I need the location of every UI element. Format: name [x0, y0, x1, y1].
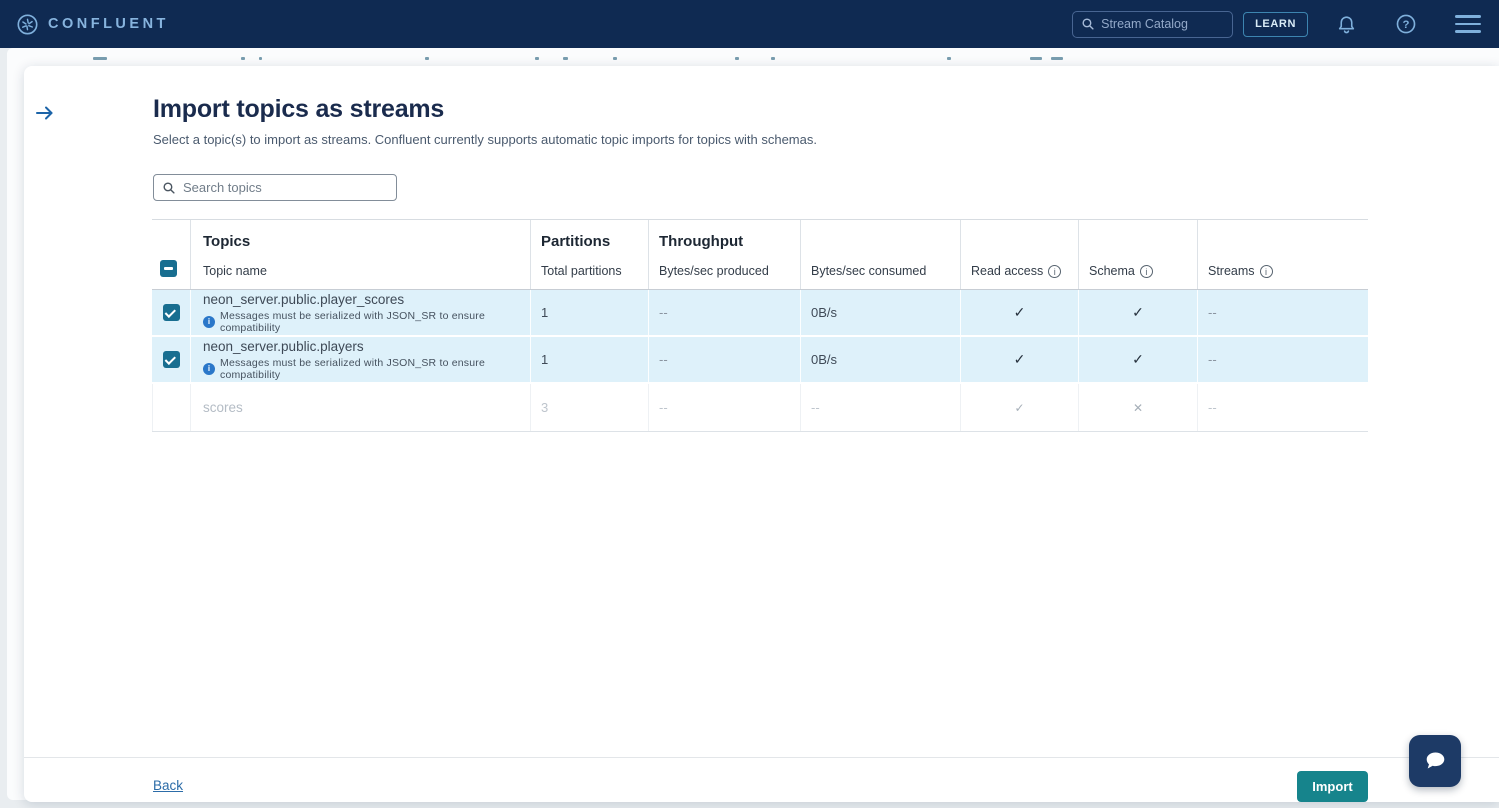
confluent-brand[interactable]: CONFLUENT — [16, 13, 169, 36]
notifications-button[interactable] — [1336, 13, 1357, 36]
header-streams: Streams — [1197, 220, 1368, 289]
topic-name: scores — [203, 400, 243, 416]
footer-divider — [24, 757, 1499, 758]
topic-name: neon_server.public.player_scores — [203, 292, 404, 308]
total-partitions-value: 1 — [531, 352, 548, 367]
header-throughput-consumed: Bytes/sec consumed — [800, 220, 960, 289]
schema-check-icon: ✓ — [1132, 351, 1144, 368]
read-access-check-icon: ✓ — [1014, 351, 1026, 368]
learn-button[interactable]: LEARN — [1243, 12, 1308, 37]
menu-button[interactable] — [1455, 15, 1481, 33]
topic-name: neon_server.public.players — [203, 339, 364, 355]
table-row[interactable]: neon_server.public.players Messages must… — [152, 337, 1368, 384]
info-icon[interactable] — [1048, 265, 1061, 278]
page-subtitle: Select a topic(s) to import as streams. … — [153, 132, 817, 147]
topics-group-label: Topics — [203, 233, 250, 250]
topic-name-label: Topic name — [203, 264, 267, 278]
bytes-produced-label: Bytes/sec produced — [659, 264, 769, 278]
header-read-access: Read access — [960, 220, 1078, 289]
collapse-panel-button[interactable] — [32, 101, 58, 127]
schema-cross-icon: ✕ — [1133, 401, 1143, 415]
throughput-group-label: Throughput — [659, 233, 743, 250]
streams-value: -- — [1198, 305, 1217, 320]
info-icon — [203, 316, 215, 328]
header-topics: Topics Topic name — [190, 220, 530, 289]
bytes-consumed-value: 0B/s — [801, 352, 837, 367]
schema-check-icon: ✓ — [1132, 304, 1144, 321]
schema-label: Schema — [1089, 264, 1135, 278]
empty-checkbox-cell — [152, 384, 190, 431]
table-row-disabled: scores 3 -- -- ✓ ✕ -- — [152, 384, 1368, 432]
breadcrumb-clipped — [35, 55, 1135, 63]
help-button[interactable]: ? — [1395, 13, 1417, 35]
stream-catalog-search-input[interactable] — [1101, 17, 1219, 31]
info-icon[interactable] — [1260, 265, 1273, 278]
stream-catalog-search[interactable] — [1072, 11, 1233, 38]
streams-value: -- — [1198, 352, 1217, 367]
header-throughput-produced: Throughput Bytes/sec produced — [648, 220, 800, 289]
topic-cell: neon_server.public.player_scores Message… — [190, 290, 530, 335]
confluent-logo-icon — [16, 13, 39, 36]
total-partitions-label: Total partitions — [541, 264, 622, 278]
total-partitions-value: 1 — [531, 305, 548, 320]
total-partitions-value: 3 — [531, 400, 548, 415]
table-row[interactable]: neon_server.public.player_scores Message… — [152, 290, 1368, 337]
topics-table: Topics Topic name Partitions Total parti… — [152, 219, 1368, 432]
bytes-consumed-label: Bytes/sec consumed — [811, 264, 926, 278]
header-partitions: Partitions Total partitions — [530, 220, 648, 289]
header-checkbox-cell — [152, 220, 190, 289]
bell-icon — [1336, 13, 1357, 36]
row-checkbox[interactable] — [163, 351, 180, 368]
read-access-label: Read access — [971, 264, 1043, 278]
topic-note: Messages must be serialized with JSON_SR… — [203, 310, 530, 334]
select-all-checkbox[interactable] — [160, 260, 177, 277]
page-title: Import topics as streams — [153, 95, 444, 124]
import-button[interactable]: Import — [1297, 771, 1368, 802]
header-schema: Schema — [1078, 220, 1197, 289]
table-header-row: Topics Topic name Partitions Total parti… — [152, 219, 1368, 290]
chat-widget-button[interactable] — [1409, 735, 1461, 787]
navbar-actions: LEARN ? — [1072, 0, 1481, 48]
hamburger-icon — [1455, 15, 1481, 33]
info-icon[interactable] — [1140, 265, 1153, 278]
chat-bubble-icon — [1421, 748, 1449, 774]
read-access-check-icon: ✓ — [1014, 401, 1024, 415]
search-icon — [162, 181, 176, 195]
help-icon: ? — [1395, 13, 1417, 35]
bytes-produced-value: -- — [649, 305, 668, 320]
topic-cell: scores — [190, 384, 530, 431]
partitions-group-label: Partitions — [541, 233, 610, 250]
bytes-produced-value: -- — [649, 352, 668, 367]
svg-text:?: ? — [1403, 19, 1410, 31]
top-navbar: CONFLUENT LEARN ? — [0, 0, 1499, 48]
brand-wordmark: CONFLUENT — [48, 16, 169, 32]
read-access-check-icon: ✓ — [1014, 304, 1026, 321]
search-icon — [1081, 17, 1095, 31]
arrow-right-icon — [34, 102, 56, 124]
bytes-consumed-value: -- — [801, 400, 820, 415]
import-topics-panel: Import topics as streams Select a topic(… — [24, 66, 1499, 802]
topic-note: Messages must be serialized with JSON_SR… — [203, 357, 530, 381]
bytes-produced-value: -- — [649, 400, 668, 415]
topic-search-box[interactable] — [153, 174, 397, 201]
streams-value: -- — [1198, 400, 1217, 415]
row-checkbox[interactable] — [163, 304, 180, 321]
back-link[interactable]: Back — [153, 778, 183, 793]
topic-cell: neon_server.public.players Messages must… — [190, 337, 530, 382]
info-icon — [203, 363, 215, 375]
search-topics-input[interactable] — [183, 180, 373, 195]
bytes-consumed-value: 0B/s — [801, 305, 837, 320]
streams-label: Streams — [1208, 264, 1255, 278]
